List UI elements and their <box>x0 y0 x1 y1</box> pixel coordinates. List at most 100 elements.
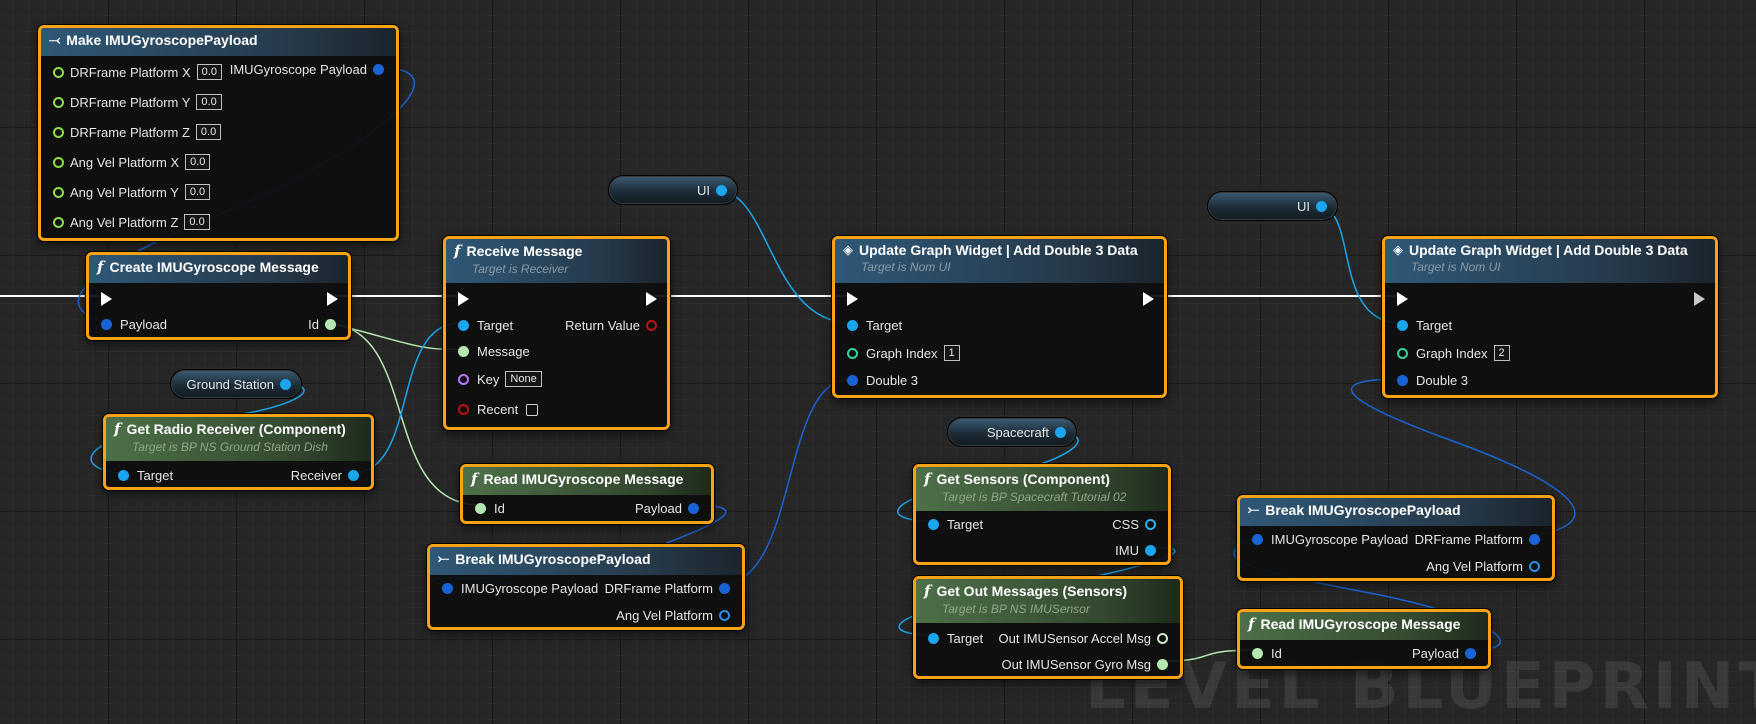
input-angvel-z[interactable]: Ang Vel Platform Z 0.0 <box>53 214 210 230</box>
input-id[interactable]: Id <box>475 501 505 516</box>
integer-pin-icon[interactable] <box>847 347 858 359</box>
input-payload[interactable]: Payload <box>101 317 167 332</box>
node-header[interactable]: ⤚ Break IMUGyroscopePayload <box>430 547 742 575</box>
exec-out[interactable] <box>327 292 338 306</box>
float-value-field[interactable]: 0.0 <box>184 184 211 200</box>
struct-pin-icon[interactable] <box>719 583 730 594</box>
update-graph-widget-node[interactable]: ◈ Update Graph Widget | Add Double 3 Data… <box>832 236 1167 398</box>
get-sensors-node[interactable]: f Get Sensors (Component) Target is BP Sp… <box>913 464 1171 565</box>
recent-checkbox[interactable] <box>526 403 539 416</box>
message-pin-icon[interactable] <box>1157 633 1168 644</box>
output-drframe[interactable]: DRFrame Platform <box>605 581 730 596</box>
struct-pin-icon[interactable] <box>1252 534 1263 545</box>
object-pin-icon[interactable] <box>458 320 469 331</box>
object-pin-icon[interactable] <box>118 470 129 481</box>
exec-in[interactable] <box>847 292 858 306</box>
name-pin-icon[interactable] <box>458 373 469 385</box>
struct-pin-icon[interactable] <box>1465 648 1476 659</box>
object-pin-icon[interactable] <box>1055 426 1066 438</box>
input-recent[interactable]: Recent <box>458 402 539 417</box>
spacecraft-variable[interactable]: Spacecraft <box>947 417 1077 447</box>
float-pin-icon[interactable] <box>53 96 64 108</box>
input-drframe-x[interactable]: DRFrame Platform X 0.0 <box>53 64 222 80</box>
exec-in[interactable] <box>101 292 112 306</box>
output-angvel[interactable]: Ang Vel Platform <box>616 608 730 623</box>
read-message-node[interactable]: f Read IMUGyroscope Message Id Payload <box>460 464 714 524</box>
output-drframe[interactable]: DRFrame Platform <box>1415 532 1540 547</box>
object-pin-icon[interactable] <box>1145 545 1156 556</box>
bool-pin-icon[interactable] <box>646 320 657 331</box>
object-pin-icon[interactable] <box>348 470 359 481</box>
message-pin-icon[interactable] <box>1252 648 1263 659</box>
exec-out[interactable] <box>646 292 657 306</box>
exec-pin-icon[interactable] <box>458 292 469 306</box>
node-header[interactable]: ◈ Update Graph Widget | Add Double 3 Data… <box>835 239 1164 283</box>
input-drframe-y[interactable]: DRFrame Platform Y 0.0 <box>53 94 222 110</box>
input-payload[interactable]: IMUGyroscope Payload <box>442 581 598 596</box>
key-value-field[interactable]: None <box>505 371 542 387</box>
message-pin-icon[interactable] <box>325 319 336 330</box>
bool-pin-icon[interactable] <box>458 404 469 415</box>
float-pin-icon[interactable] <box>53 216 64 228</box>
node-header[interactable]: f Read IMUGyroscope Message <box>1240 612 1488 640</box>
node-header[interactable]: f Get Radio Receiver (Component) Target i… <box>106 417 371 461</box>
exec-pin-icon[interactable] <box>1143 292 1154 306</box>
float-pin-icon[interactable] <box>53 126 64 138</box>
object-pin-icon[interactable] <box>928 633 939 644</box>
output-id[interactable]: Id <box>308 317 336 332</box>
struct-pin-icon[interactable] <box>1397 375 1408 386</box>
input-graph-index[interactable]: Graph Index 1 <box>847 345 960 361</box>
float-value-field[interactable]: 0.0 <box>184 214 210 230</box>
output-payload[interactable]: Payload <box>635 501 699 516</box>
input-key[interactable]: Key None <box>458 371 542 387</box>
exec-in[interactable] <box>1397 292 1408 306</box>
node-header[interactable]: f Get Out Messages (Sensors) Target is BP… <box>916 579 1180 623</box>
input-payload[interactable]: IMUGyroscope Payload <box>1252 532 1408 547</box>
integer-pin-icon[interactable] <box>1397 347 1408 359</box>
exec-pin-icon[interactable] <box>646 292 657 306</box>
input-target[interactable]: Target <box>847 318 902 333</box>
input-drframe-z[interactable]: DRFrame Platform Z 0.0 <box>53 124 222 140</box>
exec-pin-icon[interactable] <box>101 292 112 306</box>
object-pin-icon[interactable] <box>716 184 727 196</box>
get-radio-receiver-node[interactable]: f Get Radio Receiver (Component) Target i… <box>103 414 374 490</box>
input-message[interactable]: Message <box>458 344 530 359</box>
struct-pin-icon[interactable] <box>442 583 453 594</box>
object-pin-icon[interactable] <box>1316 200 1327 212</box>
input-graph-index[interactable]: Graph Index 2 <box>1397 345 1510 361</box>
float-value-field[interactable]: 0.0 <box>195 124 222 140</box>
exec-pin-icon[interactable] <box>1397 292 1408 306</box>
exec-out[interactable] <box>1143 292 1154 306</box>
exec-pin-icon[interactable] <box>847 292 858 306</box>
read-message-node[interactable]: f Read IMUGyroscope Message Id Payload <box>1237 609 1491 669</box>
ground-station-variable[interactable]: Ground Station <box>170 369 302 399</box>
float-pin-icon[interactable] <box>53 186 64 198</box>
node-header[interactable]: ⤚ Break IMUGyroscopePayload <box>1240 498 1552 526</box>
ui-variable[interactable]: UI <box>608 175 738 205</box>
struct-pin-icon[interactable] <box>847 375 858 386</box>
exec-pin-icon[interactable] <box>1694 292 1705 306</box>
update-graph-widget-node[interactable]: ◈ Update Graph Widget | Add Double 3 Data… <box>1382 236 1718 398</box>
float-value-field[interactable]: 0.0 <box>185 154 211 170</box>
input-angvel-y[interactable]: Ang Vel Platform Y 0.0 <box>53 184 211 200</box>
struct-pin-icon[interactable] <box>719 610 730 621</box>
input-double3[interactable]: Double 3 <box>1397 373 1468 388</box>
float-value-field[interactable]: 0.0 <box>196 64 222 80</box>
input-double3[interactable]: Double 3 <box>847 373 918 388</box>
object-pin-icon[interactable] <box>1145 519 1156 530</box>
input-angvel-x[interactable]: Ang Vel Platform X 0.0 <box>53 154 211 170</box>
output-css[interactable]: CSS <box>1112 517 1156 532</box>
object-pin-icon[interactable] <box>280 378 291 390</box>
node-header[interactable]: ◈ Update Graph Widget | Add Double 3 Data… <box>1385 239 1715 283</box>
struct-pin-icon[interactable] <box>688 503 699 514</box>
output-imu[interactable]: IMU <box>1115 543 1156 558</box>
receive-message-node[interactable]: f Receive Message Target is Receiver Targ… <box>443 236 670 430</box>
graph-index-field[interactable]: 2 <box>1493 345 1510 361</box>
exec-out[interactable] <box>1694 292 1705 306</box>
make-payload-node[interactable]: ⤙ Make IMUGyroscopePayload DRFrame Platfo… <box>38 25 399 241</box>
output-accel-msg[interactable]: Out IMUSensor Accel Msg <box>999 631 1168 646</box>
output-payload[interactable]: Payload <box>1412 646 1476 661</box>
struct-pin-icon[interactable] <box>101 319 112 330</box>
float-pin-icon[interactable] <box>53 156 64 168</box>
float-value-field[interactable]: 0.0 <box>196 94 222 110</box>
